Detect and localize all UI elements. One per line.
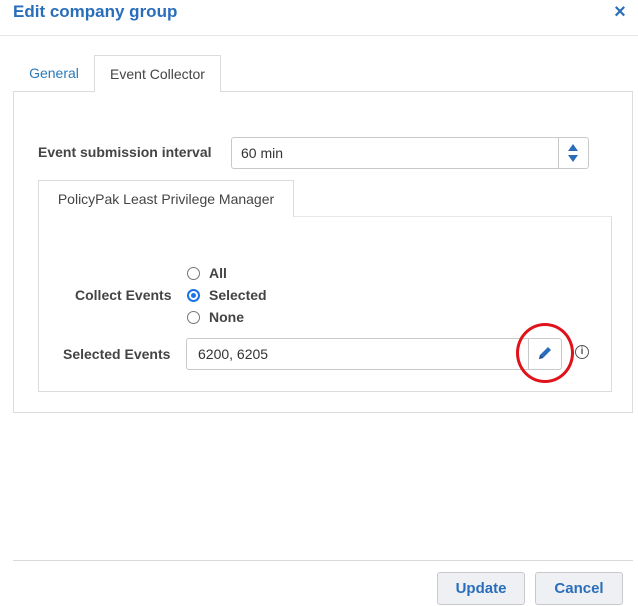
radio-option-selected[interactable]: Selected: [187, 286, 267, 304]
close-icon[interactable]: ×: [609, 2, 631, 24]
interval-value[interactable]: 60 min: [241, 145, 283, 161]
radio-all-label[interactable]: All: [209, 265, 227, 281]
collect-events-label: Collect Events: [75, 287, 172, 303]
tab-general[interactable]: General: [14, 55, 94, 91]
radio-option-none[interactable]: None: [187, 308, 244, 326]
interval-label: Event submission interval: [38, 144, 212, 160]
inner-tab-joiner: [39, 215, 293, 218]
info-icon[interactable]: i: [575, 345, 589, 359]
radio-none[interactable]: [187, 310, 200, 324]
radio-selected-label[interactable]: Selected: [209, 287, 267, 303]
edit-events-button[interactable]: [528, 339, 561, 369]
radio-option-all[interactable]: All: [187, 264, 227, 282]
radio-none-label[interactable]: None: [209, 309, 244, 325]
pencil-icon: [539, 347, 551, 359]
tab-event-collector[interactable]: Event Collector: [94, 55, 221, 92]
update-button[interactable]: Update: [437, 572, 525, 605]
radio-all[interactable]: [187, 266, 200, 280]
spin-down-icon[interactable]: [568, 155, 578, 162]
footer-divider: [13, 560, 633, 561]
selected-events-value[interactable]: 6200, 6205: [198, 346, 268, 362]
tab-policypak-lpm[interactable]: PolicyPak Least Privilege Manager: [38, 180, 294, 217]
spin-up-icon[interactable]: [568, 144, 578, 151]
cancel-button[interactable]: Cancel: [535, 572, 623, 605]
interval-stepper[interactable]: 60 min: [231, 137, 589, 169]
active-tab-joiner: [95, 90, 220, 93]
title-divider: [0, 35, 638, 36]
radio-selected[interactable]: [187, 288, 200, 302]
interval-spinner: [558, 138, 588, 168]
selected-events-field[interactable]: 6200, 6205: [186, 338, 562, 370]
dialog-title: Edit company group: [13, 2, 178, 21]
selected-events-label: Selected Events: [63, 346, 171, 362]
